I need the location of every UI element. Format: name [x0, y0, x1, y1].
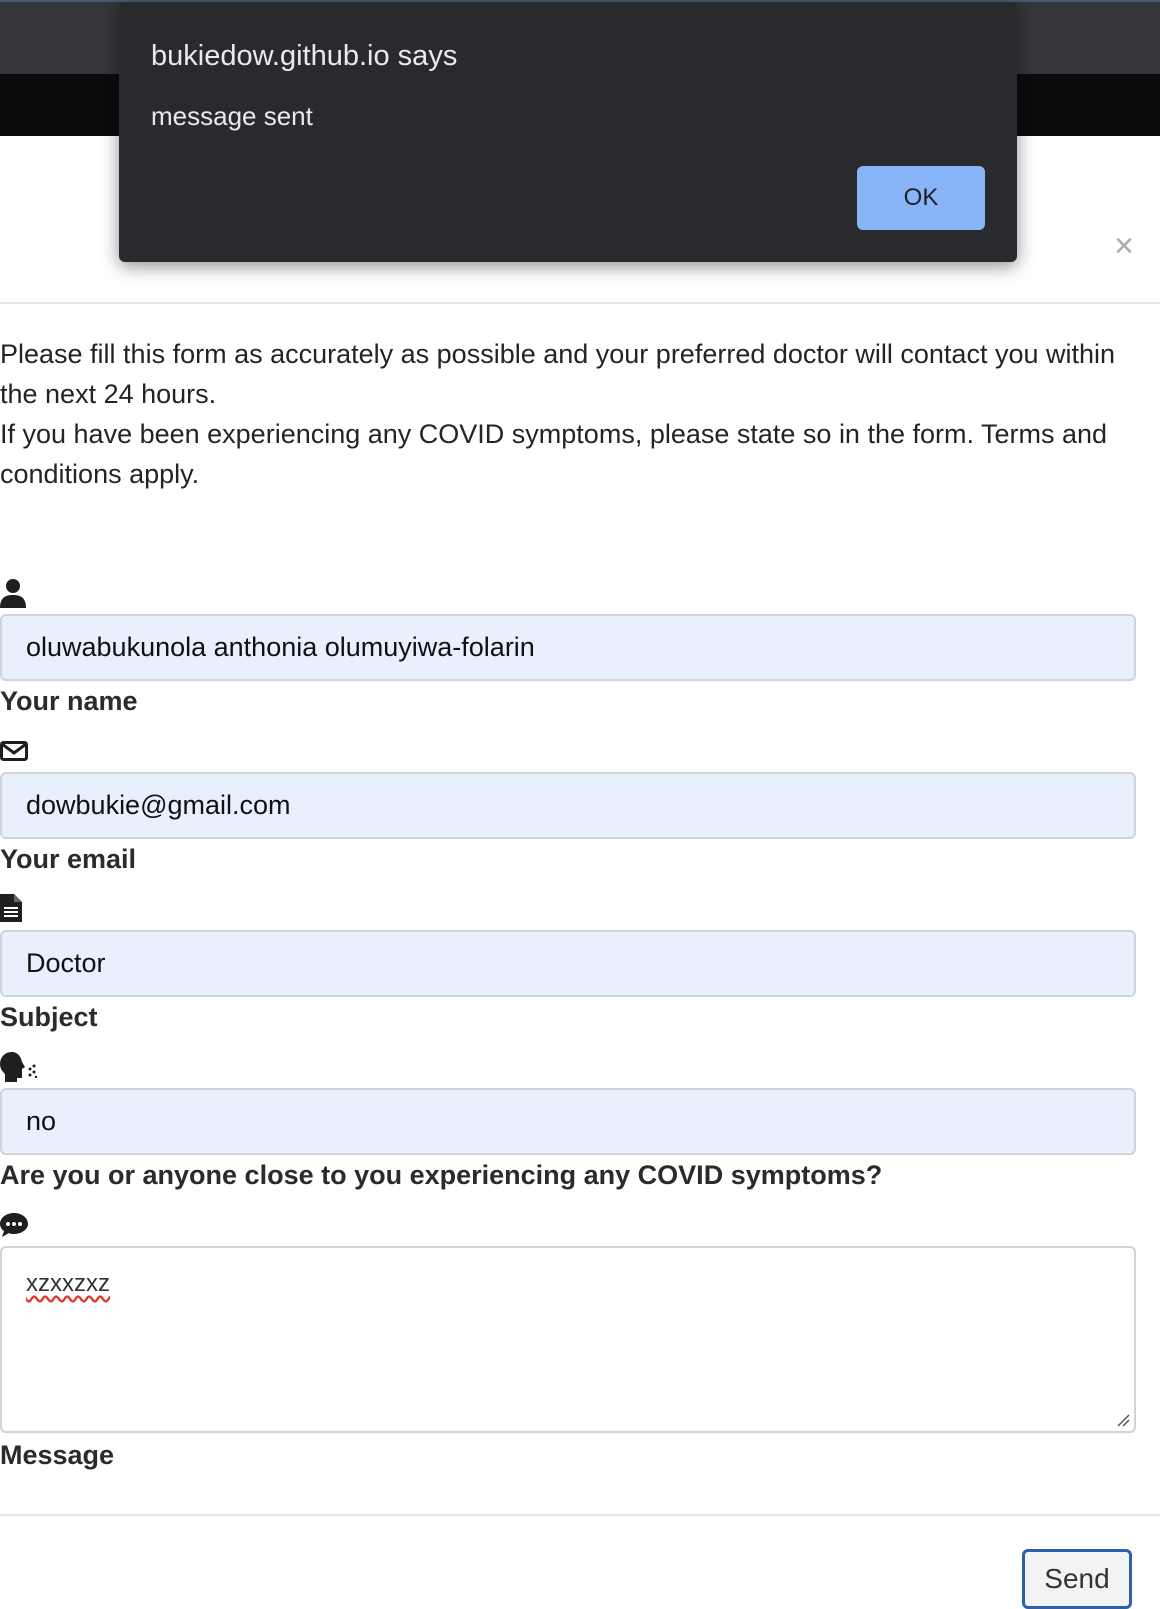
- subject-input[interactable]: [0, 930, 1136, 997]
- email-label: Your email: [0, 844, 137, 874]
- comment-dots-icon: [0, 1212, 28, 1238]
- intro-line-1: Please fill this form as accurately as p…: [0, 339, 1116, 409]
- covid-symptoms-input[interactable]: [0, 1088, 1136, 1155]
- send-button[interactable]: Send: [1022, 1549, 1132, 1609]
- dialog-message: message sent: [151, 101, 313, 131]
- document-icon: [0, 894, 22, 922]
- name-input[interactable]: [0, 614, 1136, 681]
- modal-footer-divider: [0, 1514, 1160, 1516]
- intro-line-2: If you have been experiencing any COVID …: [0, 419, 1108, 489]
- modal-header-divider: [0, 302, 1160, 304]
- envelope-icon: [0, 741, 28, 761]
- head-side-cough-icon: [0, 1052, 38, 1082]
- alert-dialog: bukiedow.github.io says message sent OK: [119, 2, 1017, 262]
- covid-symptoms-label: Are you or anyone close to you experienc…: [0, 1160, 883, 1190]
- message-label: Message: [0, 1440, 115, 1470]
- message-textarea[interactable]: xzxxzxz: [0, 1246, 1136, 1433]
- message-text: xzxxzxz: [26, 1270, 110, 1297]
- resize-grip-icon[interactable]: [1116, 1413, 1130, 1427]
- email-input[interactable]: [0, 772, 1136, 839]
- subject-label: Subject: [0, 1002, 98, 1032]
- ok-button[interactable]: OK: [857, 166, 985, 230]
- dialog-title: bukiedow.github.io says: [151, 40, 458, 72]
- name-label: Your name: [0, 686, 138, 716]
- form-intro: Please fill this form as accurately as p…: [0, 334, 1150, 494]
- user-icon: [0, 578, 26, 608]
- close-icon[interactable]: ×: [1110, 229, 1138, 263]
